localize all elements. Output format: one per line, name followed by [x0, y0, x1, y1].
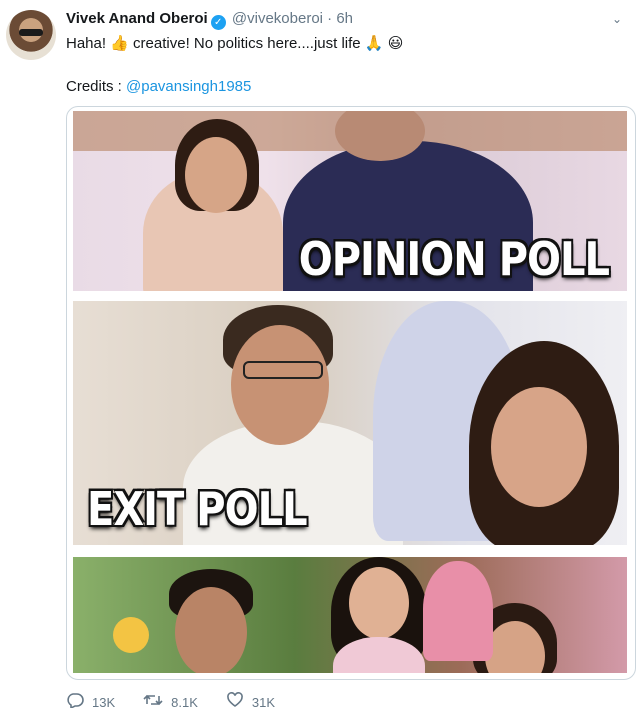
eyeglasses-icon	[243, 361, 323, 379]
credits-label: Credits :	[66, 78, 127, 95]
woman-face	[491, 387, 587, 507]
woman-face	[185, 137, 247, 213]
retweet-button[interactable]: 8.1K	[143, 692, 198, 713]
tweet-actions-bar: 13K 8.1K 31K	[66, 691, 303, 713]
retweet-icon	[143, 692, 163, 713]
credits-line: Credits : @pavansingh1985	[66, 77, 251, 97]
meme-panel-exit-poll: EXIT POLL	[73, 301, 627, 545]
retweet-count: 8.1K	[171, 694, 198, 710]
tweet-header: Vivek Anand Oberoi ✓ @vivekoberoi · 6h	[66, 10, 600, 30]
like-count: 31K	[251, 694, 276, 710]
author-handle[interactable]: @vivekoberoi	[232, 10, 323, 27]
reply-count: 13K	[92, 694, 116, 710]
author-name[interactable]: Vivek Anand Oberoi	[66, 10, 208, 27]
cartoon-flower	[113, 617, 149, 653]
man-face	[175, 587, 247, 673]
chevron-down-icon[interactable]: ⌄	[610, 12, 624, 26]
heart-icon	[226, 691, 244, 713]
caption-opinion-poll: OPINION POLL	[298, 233, 610, 287]
separator-dot: ·	[327, 10, 333, 27]
tweet-media-image[interactable]: OPINION POLL EXIT POLL	[66, 106, 636, 680]
meme-panel-opinion-poll: OPINION POLL	[73, 111, 627, 291]
tweet-text-part-2: creative! No politics here....just life	[128, 35, 365, 52]
verified-badge-icon: ✓	[210, 15, 226, 30]
like-button[interactable]: 31K	[226, 691, 276, 713]
tweet-timestamp[interactable]: 6h	[336, 10, 353, 27]
meme-panel-family	[73, 557, 627, 673]
credits-mention-link[interactable]: @pavansingh1985	[126, 78, 251, 95]
folded-hands-emoji-icon: 🙏	[364, 35, 384, 52]
avatar-sunglasses	[19, 29, 43, 36]
caption-exit-poll: EXIT POLL	[87, 483, 308, 537]
cartoon-character	[423, 561, 493, 661]
smiling-face-emoji-icon: 😃	[387, 35, 404, 52]
reply-icon	[66, 692, 84, 713]
avatar[interactable]	[6, 10, 56, 60]
man-face	[231, 325, 329, 445]
tweet-text: Haha! 👍 creative! No politics here....ju…	[66, 34, 620, 54]
reply-button[interactable]: 13K	[66, 692, 115, 713]
child-face	[349, 567, 409, 639]
tweet-text-part-1: Haha!	[66, 35, 111, 52]
thumbs-up-emoji-icon: 👍	[110, 35, 129, 52]
